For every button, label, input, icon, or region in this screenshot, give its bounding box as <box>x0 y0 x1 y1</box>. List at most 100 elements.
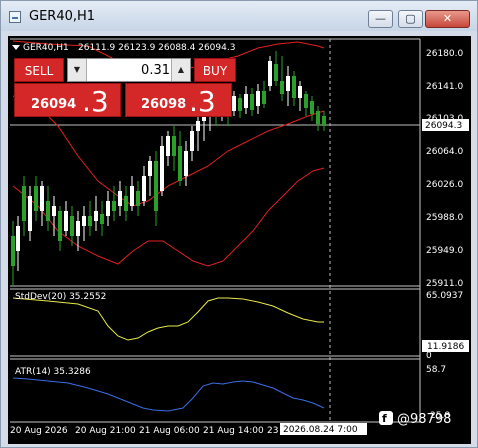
minimize-button[interactable]: — <box>368 10 393 28</box>
candle-body <box>298 86 302 98</box>
current-price-tag: 26094.3 <box>422 119 469 131</box>
maximize-icon: ▢ <box>405 12 416 25</box>
candle-body <box>28 196 32 231</box>
watermark: f @98798 <box>379 411 451 427</box>
price-label: 26026.0 <box>426 180 463 190</box>
price-label: 25988.0 <box>426 213 463 223</box>
close-button[interactable]: ✕ <box>425 10 470 28</box>
atr-top-value: 58.7 <box>426 365 446 375</box>
candle-body <box>130 186 134 206</box>
candle-body <box>316 111 320 124</box>
price-label: 26141.0 <box>426 82 463 92</box>
time-label: 21 Aug 06:00 <box>139 426 200 436</box>
sell-price-pips: .3 <box>82 85 109 118</box>
candle-body <box>310 101 314 114</box>
maximize-button[interactable]: ▢ <box>398 10 423 28</box>
sell-button[interactable]: SELL <box>14 58 64 82</box>
candle-body <box>268 61 272 86</box>
candle-body <box>160 146 164 191</box>
buy-price-pips: .3 <box>189 85 216 118</box>
candle-body <box>274 64 278 81</box>
candle-body <box>262 91 266 104</box>
sell-price-main: 26094 <box>31 97 77 112</box>
time-label: 20 Aug 21:00 <box>75 426 136 436</box>
atr-line <box>12 377 325 412</box>
candle-body <box>178 146 182 181</box>
candle-body <box>124 196 128 211</box>
candle-body <box>166 136 170 156</box>
buy-price-button[interactable]: 26098 .3 <box>125 83 232 118</box>
candle-body <box>196 121 200 131</box>
candle-body <box>118 191 122 206</box>
chart-menu-triangle-icon[interactable] <box>12 45 20 50</box>
candle-body <box>34 186 38 211</box>
time-axis: 20 Aug 2026 20 Aug 21:00 21 Aug 06:00 21… <box>10 426 299 436</box>
candle-body <box>172 136 176 156</box>
candle-body <box>40 186 44 211</box>
sell-price-button[interactable]: 26094 .3 <box>14 83 121 118</box>
candle-body <box>280 81 284 94</box>
chart-ohlc: 26111.9 26123.9 26088.4 26094.3 <box>78 43 235 53</box>
candle-body <box>244 94 248 108</box>
price-label: 26180.0 <box>426 49 463 59</box>
stddev-top-value: 65.0937 <box>426 291 463 301</box>
one-click-trading-panel: SELL ▼ ▲ BUY 26094 .3 26098 .3 <box>14 58 236 118</box>
candle-body <box>136 191 140 206</box>
chevron-up-icon: ▲ <box>177 65 185 74</box>
candle-body <box>16 226 20 251</box>
volume-increase-button[interactable]: ▲ <box>171 59 190 81</box>
candle-body <box>52 206 56 216</box>
atr-label: ATR(14) 35.3286 <box>15 367 91 377</box>
candle-body <box>94 211 98 221</box>
candle-body <box>22 186 26 221</box>
stddev-current-value: 11.9186 <box>427 342 464 352</box>
candle-body <box>304 94 308 108</box>
candle-body <box>82 216 86 226</box>
price-label: 25911.0 <box>426 279 463 289</box>
stddev-bottom-value: 0 <box>426 351 432 361</box>
watermark-text: @98798 <box>397 412 451 427</box>
candle-body <box>70 216 74 236</box>
candle-body <box>76 221 80 236</box>
stddev-label: StdDev(20) 35.2552 <box>15 292 106 302</box>
candle-body <box>286 76 290 91</box>
candle-body <box>11 236 15 266</box>
time-label: 21 Aug 14:00 <box>203 426 264 436</box>
candle-body <box>88 216 92 226</box>
candle-body <box>106 201 110 216</box>
candle-body <box>46 201 50 221</box>
volume-stepper[interactable]: ▼ ▲ <box>67 58 191 82</box>
candle-body <box>64 211 68 231</box>
price-label: 26064.0 <box>426 147 463 157</box>
volume-input[interactable] <box>88 59 172 81</box>
chart-area[interactable]: GER40,H1 26111.9 26123.9 26088.4 26094.3… <box>8 36 471 444</box>
candle-body <box>58 211 62 241</box>
candle-body <box>292 76 296 98</box>
chart-window: GER40,H1 — ▢ ✕ GER40,H1 26111.9 26123.9 … <box>0 0 478 448</box>
candle-body <box>238 98 242 111</box>
buy-button[interactable]: BUY <box>194 58 236 82</box>
close-icon: ✕ <box>442 12 453 25</box>
candle-body <box>142 176 146 201</box>
crosshair-time: 2026.08.24 7:00 <box>283 425 358 435</box>
chart-symbol: GER40,H1 <box>23 43 69 53</box>
minimize-icon: — <box>375 12 386 25</box>
volume-decrease-button[interactable]: ▼ <box>68 59 87 81</box>
candle-body <box>100 214 104 224</box>
current-price-value: 26094.3 <box>425 121 462 131</box>
candle-body <box>154 161 158 211</box>
chevron-down-icon: ▼ <box>73 65 81 74</box>
buy-price-main: 26098 <box>141 97 187 112</box>
candle-body <box>112 201 116 211</box>
crosshair-time-tag: 2026.08.24 7:00 <box>280 423 367 435</box>
candle-body <box>184 151 188 176</box>
chart-window-icon <box>9 11 21 23</box>
time-label: 20 Aug 2026 <box>10 426 68 436</box>
price-label: 25949.0 <box>426 246 463 256</box>
window-title: GER40,H1 <box>29 9 96 24</box>
candle-body <box>190 131 194 151</box>
stddev-line <box>12 297 324 341</box>
window-titlebar[interactable]: GER40,H1 — ▢ ✕ <box>1 1 477 31</box>
candle-body <box>250 94 254 110</box>
svg-text:f: f <box>382 412 387 425</box>
